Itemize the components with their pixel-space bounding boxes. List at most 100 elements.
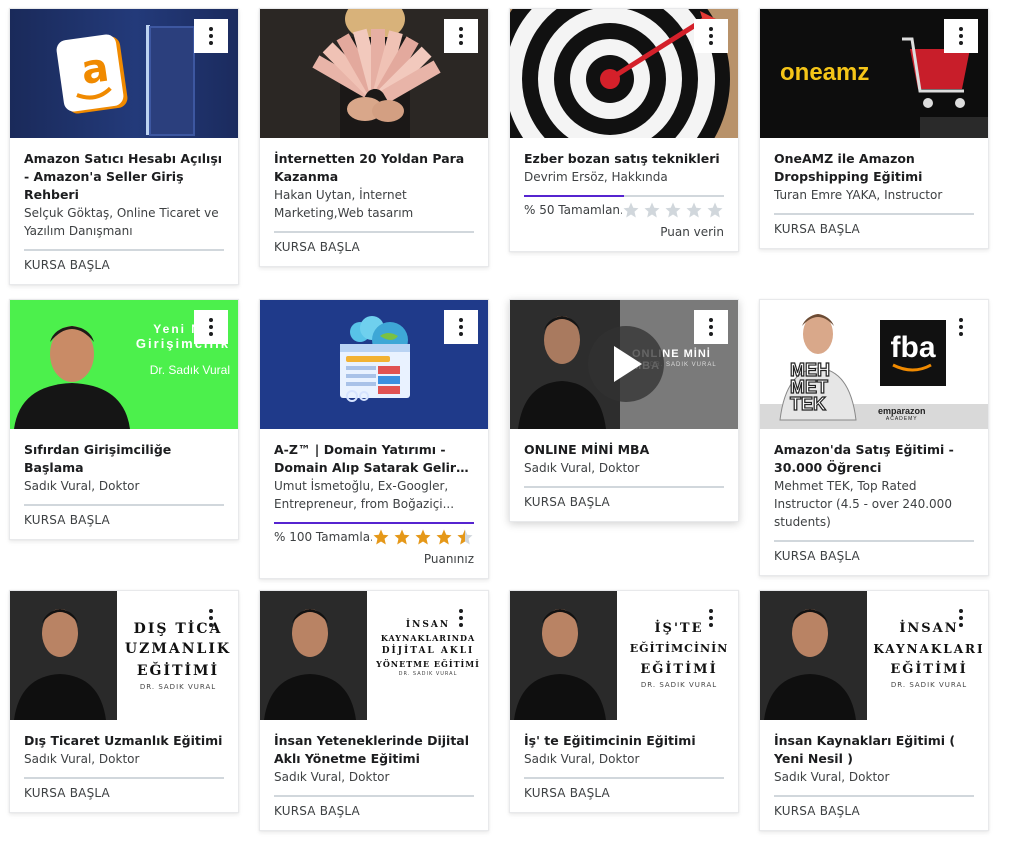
course-card[interactable]: İnternetten 20 Yoldan Para Kazanma Hakan… bbox=[259, 8, 489, 267]
progress-fill bbox=[274, 522, 474, 524]
course-title[interactable]: Dış Ticaret Uzmanlık Eğitimi bbox=[24, 732, 224, 750]
course-thumbnail[interactable]: İŞ'TE EĞİTİMCİNİN EĞİTİMİ DR. SADIK VURA… bbox=[510, 591, 738, 720]
course-options-button[interactable] bbox=[694, 310, 728, 344]
your-rating-label[interactable]: Puanınız bbox=[274, 552, 474, 566]
course-options-button[interactable] bbox=[694, 601, 728, 635]
rating-stars[interactable] bbox=[372, 528, 474, 546]
thumbnail-text-line: EĞİTİMİ bbox=[890, 662, 968, 677]
course-title[interactable]: İnternetten 20 Yoldan Para Kazanma bbox=[274, 150, 474, 186]
course-thumbnail[interactable]: a bbox=[10, 9, 238, 138]
course-options-button[interactable] bbox=[944, 310, 978, 344]
course-card[interactable]: Ezber bozan satış teknikleri Devrim Ersö… bbox=[509, 8, 739, 252]
start-course-link[interactable]: KURSA BAŞLA bbox=[24, 786, 224, 800]
course-options-button[interactable] bbox=[694, 19, 728, 53]
progress-bar bbox=[274, 522, 474, 524]
divider bbox=[774, 795, 974, 797]
course-options-button[interactable] bbox=[194, 601, 228, 635]
course-card[interactable]: Yeni Nesil Girişimcilik Dr. Sadık Vural … bbox=[9, 299, 239, 540]
more-vertical-icon bbox=[959, 609, 963, 627]
star-icon[interactable] bbox=[664, 201, 682, 219]
course-title[interactable]: Amazon'da Satış Eğitimi - 30.000 Öğrenci bbox=[774, 441, 974, 477]
start-course-link[interactable]: KURSA BAŞLA bbox=[274, 804, 474, 818]
course-title[interactable]: OneAMZ ile Amazon Dropshipping Eğitimi bbox=[774, 150, 974, 186]
course-card[interactable]: İNSAN KAYNAKLARI EĞİTİMİ DR. SADIK VURAL… bbox=[759, 590, 989, 831]
course-options-button[interactable] bbox=[444, 601, 478, 635]
course-title[interactable]: Ezber bozan satış teknikleri bbox=[524, 150, 724, 168]
start-course-link[interactable]: KURSA BAŞLA bbox=[24, 258, 224, 272]
more-vertical-icon bbox=[709, 609, 713, 627]
thumbnail-text-line: YÖNETME EĞİTİMİ bbox=[376, 659, 480, 669]
course-options-button[interactable] bbox=[944, 19, 978, 53]
course-title[interactable]: A-Z™ | Domain Yatırımı - Domain Alıp Sat… bbox=[274, 441, 474, 477]
star-half-icon[interactable] bbox=[456, 528, 474, 546]
course-title[interactable]: ONLINE MİNİ MBA bbox=[524, 441, 724, 459]
divider bbox=[524, 777, 724, 779]
course-card[interactable]: A-Z™ | Domain Yatırımı - Domain Alıp Sat… bbox=[259, 299, 489, 579]
start-course-link[interactable]: KURSA BAŞLA bbox=[524, 495, 724, 509]
course-thumbnail[interactable]: Yeni Nesil Girişimcilik Dr. Sadık Vural bbox=[10, 300, 238, 429]
rate-course-link[interactable]: Puan verin bbox=[524, 225, 724, 239]
star-icon[interactable] bbox=[622, 201, 640, 219]
course-options-button[interactable] bbox=[194, 310, 228, 344]
course-instructor: Mehmet TEK, Top Rated Instructor (4.5 - … bbox=[774, 479, 952, 529]
course-title[interactable]: İnsan Kaynakları Eğitimi ( Yeni Nesil ) bbox=[774, 732, 974, 768]
star-icon[interactable] bbox=[414, 528, 432, 546]
divider bbox=[24, 249, 224, 251]
start-course-link[interactable]: KURSA BAŞLA bbox=[24, 513, 224, 527]
course-card[interactable]: İŞ'TE EĞİTİMCİNİN EĞİTİMİ DR. SADIK VURA… bbox=[509, 590, 739, 813]
course-options-button[interactable] bbox=[194, 19, 228, 53]
thumbnail-text-line: DR. SADIK VURAL bbox=[640, 681, 718, 689]
course-instructor: Turan Emre YAKA, Instructor bbox=[774, 188, 943, 202]
more-vertical-icon bbox=[959, 318, 963, 336]
more-vertical-icon bbox=[459, 609, 463, 627]
course-instructor: Sadık Vural, Doktor bbox=[524, 461, 640, 475]
play-icon bbox=[614, 346, 642, 382]
course-thumbnail[interactable]: İNSAN KAYNAKLARINDA DİJİTAL AKLI YÖNETME… bbox=[260, 591, 488, 720]
course-thumbnail[interactable] bbox=[260, 300, 488, 429]
start-course-link[interactable]: KURSA BAŞLA bbox=[274, 240, 474, 254]
course-thumbnail[interactable]: ONLINE MİNİ MBA DR. SADIK VURAL bbox=[510, 300, 738, 429]
star-icon[interactable] bbox=[435, 528, 453, 546]
course-thumbnail[interactable]: İNSAN KAYNAKLARI EĞİTİMİ DR. SADIK VURAL bbox=[760, 591, 988, 720]
divider bbox=[24, 777, 224, 779]
course-card[interactable]: oneamz OneAMZ ile Amazon Dropshipping Eğ… bbox=[759, 8, 989, 249]
rating-stars[interactable] bbox=[622, 201, 724, 219]
course-card[interactable]: DIŞ TİCA UZMANLIK EĞİTİMİ DR. SADIK VURA… bbox=[9, 590, 239, 813]
course-title[interactable]: İnsan Yeteneklerinde Dijital Aklı Yönetm… bbox=[274, 732, 474, 768]
more-vertical-icon bbox=[209, 27, 213, 45]
course-card[interactable]: a Amazon Satıcı Hesabı Açılışı - Amazon'… bbox=[9, 8, 239, 285]
thumbnail-text-line: KAYNAKLARI bbox=[873, 642, 985, 656]
star-icon[interactable] bbox=[706, 201, 724, 219]
star-icon[interactable] bbox=[372, 528, 390, 546]
start-course-link[interactable]: KURSA BAŞLA bbox=[774, 222, 974, 236]
course-title[interactable]: Sıfırdan Girişimciliğe Başlama bbox=[24, 441, 224, 477]
course-options-button[interactable] bbox=[944, 601, 978, 635]
play-button[interactable] bbox=[588, 326, 664, 402]
start-course-link[interactable]: KURSA BAŞLA bbox=[774, 804, 974, 818]
progress-text: % 100 Tamamla... bbox=[274, 530, 372, 544]
star-icon[interactable] bbox=[643, 201, 661, 219]
more-vertical-icon bbox=[209, 318, 213, 336]
course-thumbnail[interactable]: DIŞ TİCA UZMANLIK EĞİTİMİ DR. SADIK VURA… bbox=[10, 591, 238, 720]
divider bbox=[274, 795, 474, 797]
thumbnail-text-line: EĞİTİMCİNİN bbox=[629, 642, 729, 655]
course-thumbnail[interactable] bbox=[510, 9, 738, 138]
course-thumbnail[interactable]: oneamz bbox=[760, 9, 988, 138]
start-course-link[interactable]: KURSA BAŞLA bbox=[774, 549, 974, 563]
course-card[interactable]: ONLINE MİNİ MBA DR. SADIK VURAL ONLINE M… bbox=[509, 299, 739, 522]
start-course-link[interactable]: KURSA BAŞLA bbox=[524, 786, 724, 800]
course-options-button[interactable] bbox=[444, 19, 478, 53]
thumbnail-text-line: EĞİTİMİ bbox=[136, 663, 220, 679]
course-thumbnail[interactable]: MEH MET TEK fba emparazon ACADEMY bbox=[760, 300, 988, 429]
star-icon[interactable] bbox=[393, 528, 411, 546]
course-options-button[interactable] bbox=[444, 310, 478, 344]
course-thumbnail[interactable] bbox=[260, 9, 488, 138]
course-title[interactable]: Amazon Satıcı Hesabı Açılışı - Amazon'a … bbox=[24, 150, 224, 204]
course-card[interactable]: MEH MET TEK fba emparazon ACADEMY Amazon… bbox=[759, 299, 989, 576]
course-instructor: Sadık Vural, Doktor bbox=[774, 770, 890, 784]
course-title[interactable]: İş' te Eğitimcinin Eğitimi bbox=[524, 732, 724, 750]
course-card[interactable]: İNSAN KAYNAKLARINDA DİJİTAL AKLI YÖNETME… bbox=[259, 590, 489, 831]
star-icon[interactable] bbox=[685, 201, 703, 219]
thumbnail-text-line: fba bbox=[890, 331, 936, 364]
thumbnail-text-line: DİJİTAL AKLI bbox=[381, 646, 475, 656]
